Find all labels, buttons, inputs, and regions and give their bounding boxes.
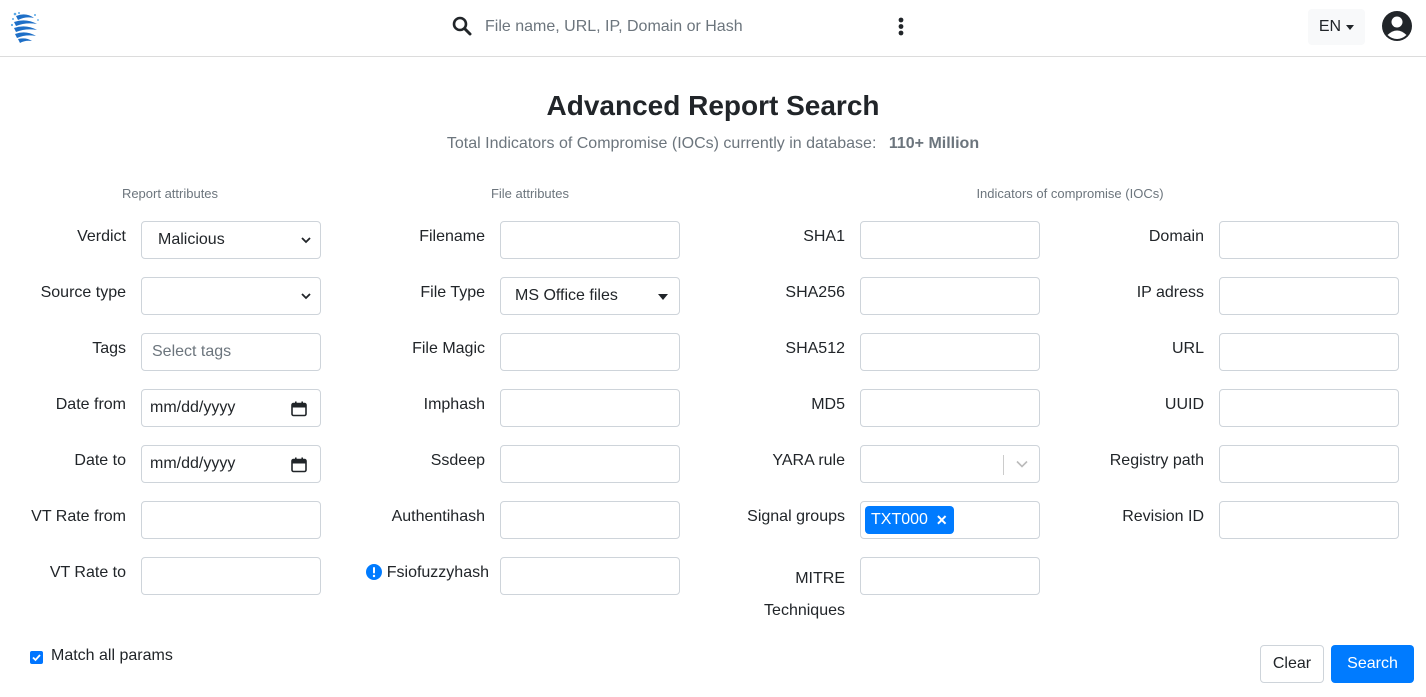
md5-label: MD5 [811, 396, 845, 413]
file-type-label: File Type [420, 284, 485, 301]
ip-address-label: IP adress [1136, 284, 1204, 301]
mitre-label-line-1: MITRE [795, 570, 845, 587]
verdict-select[interactable]: Malicious [141, 221, 321, 259]
calendar-icon[interactable] [291, 457, 307, 473]
signal-group-tag-label: TXT000 [871, 511, 928, 528]
signal-group-tag: TXT000 ✕ [865, 506, 954, 534]
registry-path-input[interactable] [1219, 445, 1399, 483]
clear-button[interactable]: Clear [1260, 645, 1324, 683]
file-magic-input[interactable] [500, 333, 680, 371]
tags-label: Tags [92, 340, 126, 357]
fsiofuzzyhash-input[interactable] [500, 557, 680, 595]
date-from-value: mm/dd/yyyy [150, 399, 236, 416]
fsiofuzzyhash-label: Fsiofuzzyhash [386, 564, 489, 581]
sha512-input[interactable] [860, 333, 1040, 371]
signal-groups-label: Signal groups [747, 508, 845, 525]
file-type-select[interactable]: MS Office files [500, 277, 680, 315]
chevron-down-icon[interactable] [1016, 460, 1028, 468]
file-magic-label: File Magic [412, 340, 485, 357]
ioc-summary: Total Indicators of Compromise (IOCs) cu… [0, 135, 1426, 153]
uuid-input[interactable] [1219, 389, 1399, 427]
section-file-attributes: File attributes [490, 186, 570, 201]
filename-input[interactable] [500, 221, 680, 259]
caret-down-icon [1346, 24, 1355, 30]
logo-icon[interactable] [10, 10, 40, 44]
more-options-icon[interactable] [893, 14, 909, 40]
sha512-label: SHA512 [785, 340, 845, 357]
url-label: URL [1171, 340, 1204, 357]
caret-down-icon [658, 294, 668, 300]
filename-label: Filename [419, 228, 485, 245]
date-to-label: Date to [74, 452, 126, 469]
yara-rule-label: YARA rule [772, 452, 845, 469]
sha1-label: SHA1 [803, 228, 845, 245]
md5-input[interactable] [860, 389, 1040, 427]
uuid-label: UUID [1164, 396, 1204, 413]
vt-rate-to-label: VT Rate to [49, 564, 126, 581]
verdict-value: Malicious [158, 231, 225, 248]
date-to-input[interactable]: mm/dd/yyyy [141, 445, 321, 483]
date-from-label: Date from [55, 396, 126, 413]
mitre-techniques-input[interactable] [860, 557, 1040, 595]
revision-id-label: Revision ID [1122, 508, 1204, 525]
chevron-down-icon [301, 293, 311, 300]
ioc-summary-text: Total Indicators of Compromise (IOCs) cu… [446, 135, 877, 152]
ssdeep-input[interactable] [500, 445, 680, 483]
search-icon[interactable] [452, 16, 472, 36]
tags-input[interactable] [141, 333, 321, 371]
global-search-input[interactable] [478, 10, 878, 44]
chevron-down-icon [301, 237, 311, 244]
vt-rate-from-input[interactable] [141, 501, 321, 539]
file-type-value: MS Office files [515, 287, 618, 304]
ssdeep-label: Ssdeep [430, 452, 485, 469]
user-avatar-icon[interactable] [1381, 10, 1413, 42]
yara-rule-select[interactable] [860, 445, 1040, 483]
registry-path-label: Registry path [1109, 452, 1204, 469]
vt-rate-to-input[interactable] [141, 557, 321, 595]
language-label: EN [1318, 18, 1342, 35]
top-bar: EN [0, 0, 1426, 57]
domain-input[interactable] [1219, 221, 1399, 259]
imphash-input[interactable] [500, 389, 680, 427]
section-report-attributes: Report attributes [121, 186, 219, 201]
revision-id-input[interactable] [1219, 501, 1399, 539]
search-button[interactable]: Search [1331, 645, 1414, 683]
vt-rate-from-label: VT Rate from [31, 508, 126, 525]
url-input[interactable] [1219, 333, 1399, 371]
page-title: Advanced Report Search [546, 90, 880, 121]
section-iocs: Indicators of compromise (IOCs) [976, 186, 1164, 201]
source-type-label: Source type [40, 284, 126, 301]
match-all-label[interactable]: Match all params [51, 647, 173, 665]
ioc-count: 110+ Million [888, 135, 980, 152]
domain-label: Domain [1148, 228, 1204, 245]
sha256-input[interactable] [860, 277, 1040, 315]
calendar-icon[interactable] [291, 401, 307, 417]
ip-address-input[interactable] [1219, 277, 1399, 315]
sha256-label: SHA256 [785, 284, 845, 301]
mitre-techniques-label: MITRE Techniques [700, 563, 845, 627]
check-icon [32, 654, 41, 662]
sha1-input[interactable] [860, 221, 1040, 259]
match-all-checkbox[interactable] [30, 651, 43, 664]
authentihash-input[interactable] [500, 501, 680, 539]
mitre-label-line-2: Techniques [764, 602, 845, 619]
date-to-value: mm/dd/yyyy [150, 455, 236, 472]
source-type-select[interactable] [141, 277, 321, 315]
remove-tag-icon[interactable]: ✕ [936, 512, 948, 529]
verdict-label: Verdict [77, 228, 126, 245]
date-from-input[interactable]: mm/dd/yyyy [141, 389, 321, 427]
authentihash-label: Authentihash [391, 508, 485, 525]
signal-groups-input[interactable]: TXT000 ✕ [860, 501, 1040, 539]
language-dropdown[interactable]: EN [1308, 9, 1365, 45]
imphash-label: Imphash [423, 396, 485, 413]
select-divider [1003, 455, 1004, 475]
